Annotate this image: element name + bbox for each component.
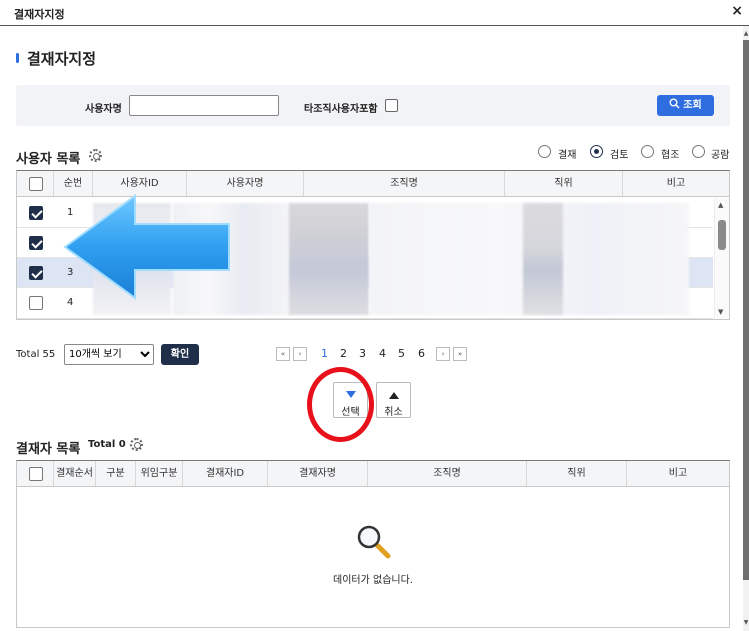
radio-approval-label: 결재 xyxy=(558,150,577,161)
redacted-position xyxy=(523,203,563,315)
prev-page-icon[interactable]: ‹ xyxy=(293,347,307,361)
col-header[interactable]: 비고 xyxy=(623,171,729,196)
col-header[interactable]: 사용자명 xyxy=(187,171,304,196)
page-link[interactable]: 5 xyxy=(398,347,405,360)
radio-circulation[interactable] xyxy=(692,145,705,158)
redacted-org-name xyxy=(289,203,369,315)
gear-icon[interactable] xyxy=(89,149,102,162)
approver-grid: 결재순서 구분 위임구분 결재자ID 결재자명 조직명 직위 비고 데이터가 없… xyxy=(16,460,730,628)
page-link[interactable]: 3 xyxy=(359,347,366,360)
arrow-left-icon xyxy=(63,194,230,300)
first-page-icon[interactable]: « xyxy=(276,347,290,361)
col-header[interactable]: 사용자ID xyxy=(93,171,187,196)
include-other-org-checkbox[interactable] xyxy=(385,99,398,112)
page-link[interactable]: 6 xyxy=(418,347,425,360)
dialog-scrollbar[interactable]: ▲ ▼ xyxy=(743,26,749,631)
close-icon[interactable]: × xyxy=(731,3,743,19)
col-header[interactable]: 조직명 xyxy=(368,461,527,486)
row-checkbox[interactable] xyxy=(29,206,43,220)
magnifier-icon xyxy=(357,525,391,559)
select-all-checkbox[interactable] xyxy=(29,177,43,191)
search-button-label: 조회 xyxy=(683,100,702,111)
search-button[interactable]: 조회 xyxy=(657,95,714,116)
title-accent-bar xyxy=(16,53,19,63)
page-title-text: 결재자지정 xyxy=(27,50,97,68)
col-header[interactable]: 비고 xyxy=(627,461,729,486)
window-title: 결재자지정 xyxy=(14,8,65,21)
search-icon xyxy=(669,98,680,109)
radio-circulation-label: 공람 xyxy=(711,150,730,161)
col-header[interactable]: 직위 xyxy=(505,171,623,196)
col-header[interactable]: 조직명 xyxy=(304,171,505,196)
col-header[interactable]: 순번 xyxy=(54,171,93,196)
last-page-icon[interactable]: » xyxy=(453,347,467,361)
col-header[interactable]: 결재자명 xyxy=(268,461,368,486)
user-name-label: 사용자명 xyxy=(85,104,122,115)
col-header[interactable]: 구분 xyxy=(96,461,136,486)
user-name-input[interactable] xyxy=(129,95,279,116)
grid-scroll-down-icon[interactable]: ▼ xyxy=(718,308,723,316)
total-count: Total 55 xyxy=(16,349,56,360)
radio-cooperation[interactable] xyxy=(641,145,654,158)
highlight-circle xyxy=(307,367,374,442)
cancel-move-up-button[interactable]: 취소 xyxy=(376,382,411,418)
col-header[interactable]: 결재자ID xyxy=(183,461,268,486)
row-checkbox[interactable] xyxy=(29,266,43,280)
cancel-button-label: 취소 xyxy=(384,407,403,418)
approver-total-count: Total 0 xyxy=(88,439,126,450)
user-list-title: 사용자 목록 xyxy=(16,152,81,167)
search-panel: 사용자명 타조직사용자포함 조회 xyxy=(16,85,730,126)
radio-cooperation-label: 협조 xyxy=(661,150,680,161)
approver-list-title: 결재자 목록 xyxy=(16,442,81,457)
approver-grid-header: 결재순서 구분 위임구분 결재자ID 결재자명 조직명 직위 비고 xyxy=(17,461,729,487)
row-checkbox[interactable] xyxy=(29,296,43,310)
select-all-cell xyxy=(17,461,54,486)
user-grid: 순번 사용자ID 사용자명 조직명 직위 비고 1 3 4 ▲ ▼ xyxy=(16,170,730,320)
title-bar: 결재자지정 × xyxy=(0,0,749,26)
confirm-button[interactable]: 확인 xyxy=(161,344,199,365)
scroll-up-icon[interactable]: ▲ xyxy=(743,30,749,38)
gear-icon[interactable] xyxy=(130,438,143,451)
approver-dialog: 결재자지정 × ▲ ▼ 결재자지정 사용자명 타조직사용자포함 조회 사용자 목… xyxy=(0,0,749,631)
page-link[interactable]: 2 xyxy=(340,347,347,360)
radio-review-label: 검토 xyxy=(610,150,629,161)
scrollbar-thumb[interactable] xyxy=(743,40,749,580)
select-all-checkbox[interactable] xyxy=(29,467,43,481)
pagination-bar: Total 55 10개씩 보기 확인 « ‹ 1 2 3 4 5 6 › » xyxy=(16,344,730,366)
scroll-down-icon[interactable]: ▼ xyxy=(743,619,749,627)
arrow-up-icon xyxy=(389,392,399,399)
select-all-cell xyxy=(17,171,54,196)
page-link[interactable]: 1 xyxy=(321,347,328,360)
row-checkbox[interactable] xyxy=(29,236,43,250)
grid-scroll-up-icon[interactable]: ▲ xyxy=(718,201,723,209)
page-size-select[interactable]: 10개씩 보기 xyxy=(64,344,154,365)
page-link[interactable]: 4 xyxy=(379,347,386,360)
col-header[interactable]: 위임구분 xyxy=(136,461,183,486)
next-page-icon[interactable]: › xyxy=(436,347,450,361)
empty-state: 데이터가 없습니다. xyxy=(17,488,729,628)
radio-approval[interactable] xyxy=(538,145,551,158)
col-header[interactable]: 직위 xyxy=(527,461,627,486)
col-header[interactable]: 결재순서 xyxy=(54,461,96,486)
include-other-org-label: 타조직사용자포함 xyxy=(304,104,378,115)
radio-review[interactable] xyxy=(590,145,603,158)
grid-scrollbar-thumb[interactable] xyxy=(718,220,726,250)
empty-message: 데이터가 없습니다. xyxy=(333,575,413,586)
grid-scrollbar[interactable]: ▲ ▼ xyxy=(714,198,729,319)
